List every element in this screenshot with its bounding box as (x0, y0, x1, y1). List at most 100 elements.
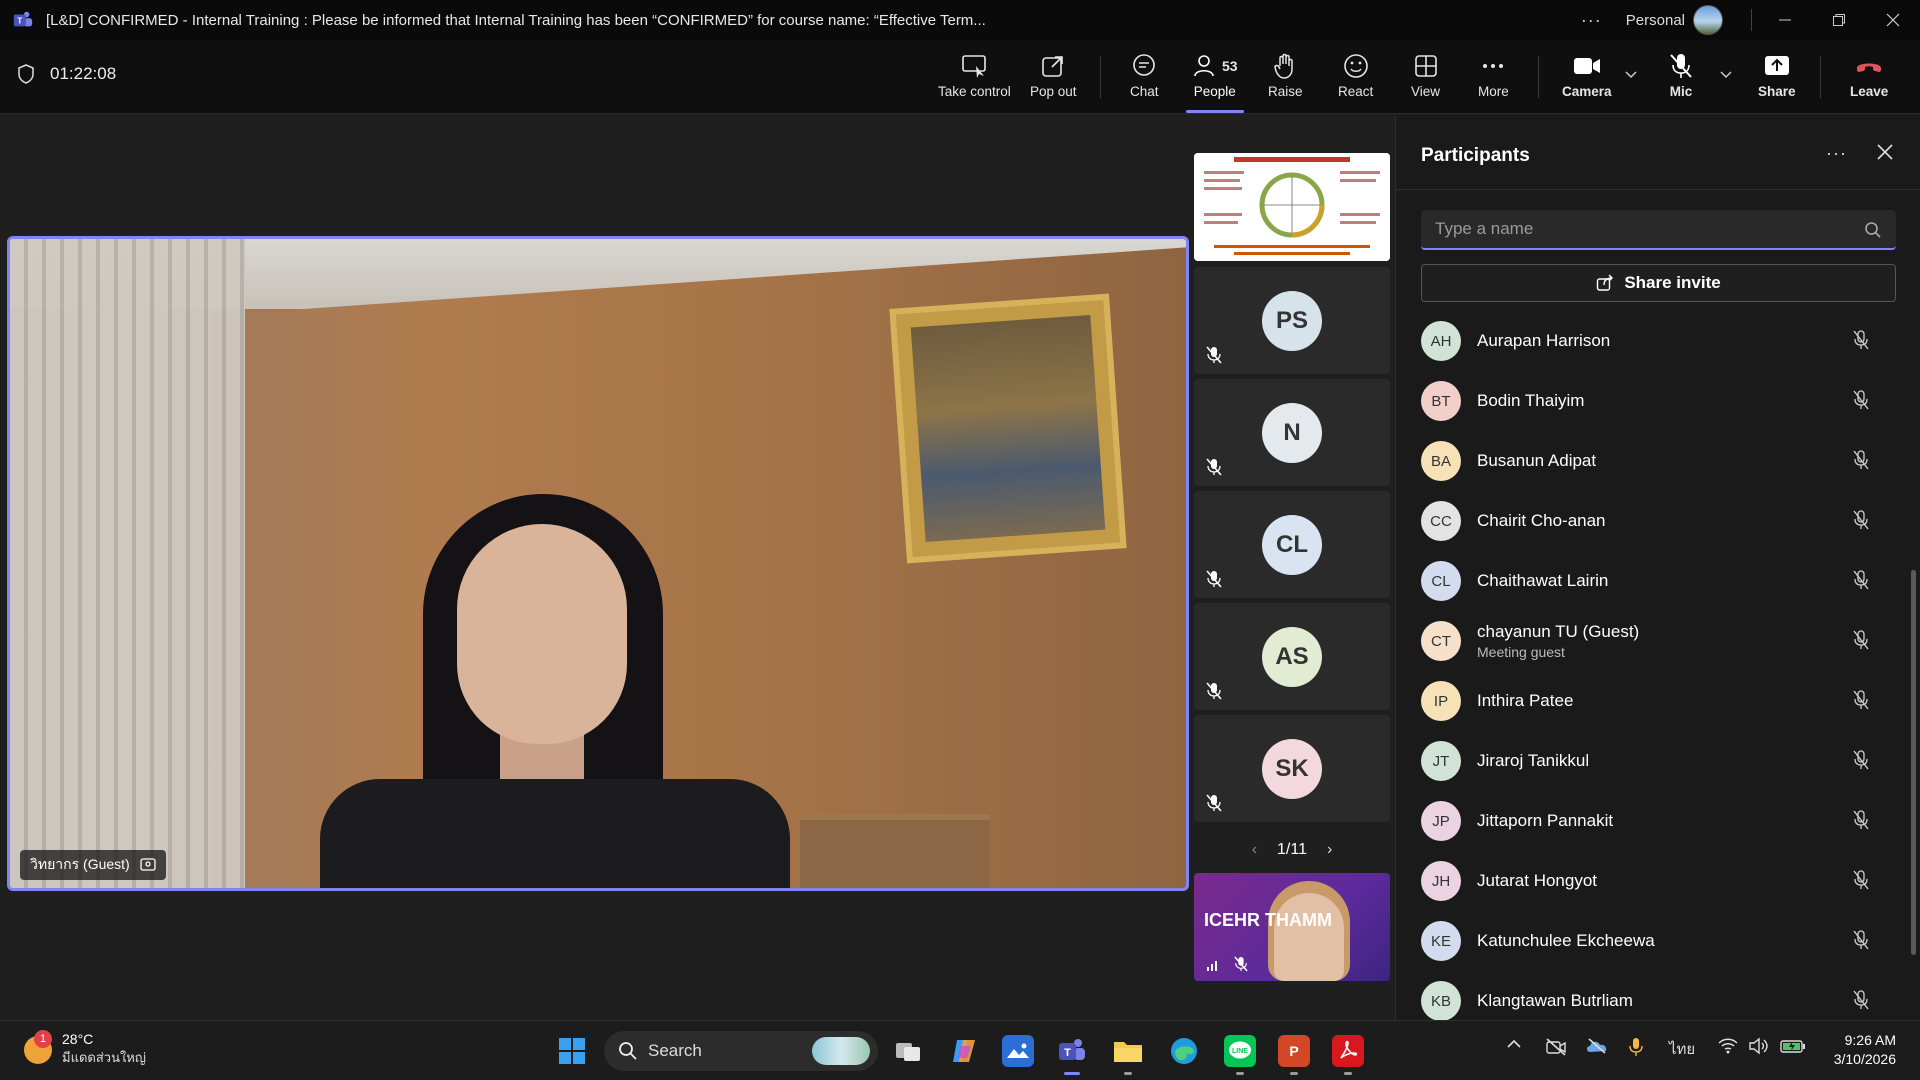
meeting-timer: 01:22:08 (18, 64, 116, 84)
chat-button[interactable]: Chat (1130, 50, 1159, 110)
mic-muted-icon (1853, 390, 1869, 410)
mic-label: Mic (1669, 84, 1693, 99)
participant-row[interactable]: JT Jiraroj Tanikkul (1421, 731, 1901, 791)
participant-row[interactable]: CT chayanun TU (Guest) Meeting guest (1421, 611, 1901, 671)
share-invite-button[interactable]: Share invite (1421, 264, 1896, 302)
share-button[interactable]: Share (1758, 50, 1796, 110)
more-button[interactable]: More (1478, 50, 1509, 110)
participant-name: Katunchulee Ekcheewa (1477, 931, 1655, 950)
more-options-icon[interactable]: ··· (1581, 10, 1602, 31)
system-clock[interactable]: 9:26 AM 3/10/2026 (1834, 1031, 1896, 1069)
participant-tile[interactable]: N (1194, 379, 1390, 486)
people-button[interactable]: 53 People (1186, 50, 1244, 113)
camera-options-chevron-icon[interactable] (1624, 70, 1638, 80)
participant-row[interactable]: IP Inthira Patee (1421, 671, 1901, 731)
gallery-pager: ‹ 1/11 › (1194, 838, 1390, 862)
mic-muted-icon (1206, 794, 1222, 812)
self-view-tile[interactable]: ICEHR THAMM (1194, 873, 1390, 981)
next-page-chevron-icon[interactable]: › (1327, 841, 1332, 859)
file-explorer-button[interactable] (1112, 1035, 1144, 1075)
photos-app-button[interactable] (1002, 1035, 1034, 1067)
view-button[interactable]: View (1411, 50, 1440, 110)
profile-label[interactable]: Personal (1626, 12, 1685, 29)
share-invite-label: Share invite (1624, 273, 1721, 292)
participant-search[interactable] (1421, 210, 1896, 250)
profile-avatar[interactable] (1693, 5, 1723, 35)
participant-row[interactable]: AH Aurapan Harrison (1421, 311, 1901, 371)
react-button[interactable]: React (1338, 50, 1373, 110)
raise-label: Raise (1268, 84, 1303, 99)
participant-avatar: KB (1421, 981, 1461, 1021)
meeting-toolbar: 01:22:08 Take control Pop out Chat 53 Pe… (0, 40, 1920, 114)
participant-avatar: CC (1421, 501, 1461, 541)
teams-taskbar-button[interactable]: T (1056, 1035, 1088, 1075)
people-count: 53 (1222, 58, 1238, 74)
edge-browser-button[interactable] (1168, 1035, 1200, 1067)
volume-icon[interactable] (1748, 1037, 1768, 1055)
hang-up-icon (1857, 63, 1882, 72)
task-view-icon (896, 1043, 920, 1061)
shared-content-icon (140, 858, 156, 871)
mic-off-icon (1670, 54, 1692, 78)
titlebar-divider (1751, 9, 1752, 31)
participant-name: Klangtawan Butrliam (1477, 991, 1633, 1010)
mic-button[interactable]: Mic (1668, 50, 1694, 110)
line-icon: LINE (1229, 1041, 1251, 1059)
svg-text:LINE: LINE (1232, 1048, 1248, 1055)
microphone-tray-icon[interactable] (1628, 1037, 1644, 1057)
onedrive-icon[interactable] (1585, 1037, 1609, 1055)
participant-tile[interactable]: PS (1194, 267, 1390, 374)
panel-more-options-icon[interactable]: ··· (1826, 143, 1847, 164)
taskbar-search[interactable]: Search (604, 1031, 878, 1071)
acrobat-button[interactable] (1332, 1035, 1364, 1075)
weather-widget[interactable]: 1 28°C มีแดดส่วนใหญ่ (24, 1029, 146, 1068)
participant-row[interactable]: BT Bodin Thaiyim (1421, 371, 1901, 431)
pop-out-button[interactable]: Pop out (1030, 50, 1077, 110)
participant-tile[interactable]: CL (1194, 491, 1390, 598)
participant-row[interactable]: JH Jutarat Hongyot (1421, 851, 1901, 911)
participant-role: Meeting guest (1477, 644, 1565, 660)
mic-options-chevron-icon[interactable] (1719, 70, 1733, 80)
copilot-button[interactable] (948, 1035, 980, 1067)
shared-slide-thumbnail[interactable] (1194, 153, 1390, 261)
mic-muted-icon (1853, 330, 1869, 350)
camera-button[interactable]: Camera (1562, 50, 1612, 110)
close-window-button[interactable] (1866, 0, 1920, 40)
raise-hand-button[interactable]: Raise (1268, 50, 1303, 110)
participant-avatar: CL (1262, 515, 1322, 575)
battery-charging-icon[interactable] (1780, 1037, 1806, 1055)
participant-row[interactable]: CC Chairit Cho-anan (1421, 491, 1901, 551)
participant-tile[interactable]: AS (1194, 603, 1390, 710)
input-language-indicator[interactable]: ไทย (1669, 1037, 1695, 1061)
participant-name: Chairit Cho-anan (1477, 511, 1606, 530)
powerpoint-button[interactable]: P (1278, 1035, 1310, 1075)
participant-row[interactable]: BA Busanun Adipat (1421, 431, 1901, 491)
mic-muted-icon (1853, 690, 1869, 710)
camera-off-tray-icon[interactable] (1545, 1037, 1567, 1057)
participant-row[interactable]: JP Jittaporn Pannakit (1421, 791, 1901, 851)
active-speaker-video[interactable]: วิทยากร (Guest) (7, 236, 1189, 891)
take-control-button[interactable]: Take control (938, 50, 1011, 110)
participant-row[interactable]: KE Katunchulee Ekcheewa (1421, 911, 1901, 971)
restore-button[interactable] (1812, 0, 1866, 40)
show-hidden-icons-chevron-icon[interactable] (1506, 1037, 1522, 1051)
start-button[interactable] (556, 1035, 588, 1067)
previous-page-chevron-icon[interactable]: ‹ (1252, 841, 1257, 859)
participant-tile[interactable]: SK (1194, 715, 1390, 822)
participant-row[interactable]: CL Chaithawat Lairin (1421, 551, 1901, 611)
pop-out-label: Pop out (1030, 84, 1077, 99)
participant-search-input[interactable] (1435, 219, 1835, 239)
participant-avatar: N (1262, 403, 1322, 463)
window-title: [L&D] CONFIRMED - Internal Training : Pl… (46, 11, 986, 29)
task-view-button[interactable] (892, 1035, 924, 1067)
wifi-icon[interactable] (1718, 1037, 1738, 1055)
panel-close-icon[interactable] (1876, 143, 1894, 161)
participant-list-scrollbar[interactable] (1911, 570, 1916, 955)
line-app-button[interactable]: LINE (1224, 1035, 1256, 1075)
close-icon (1886, 13, 1900, 27)
leave-button[interactable]: Leave (1850, 50, 1888, 110)
mic-muted-icon (1853, 990, 1869, 1010)
mic-muted-icon (1206, 458, 1222, 476)
minimize-button[interactable] (1758, 0, 1812, 40)
mic-muted-icon (1853, 870, 1869, 890)
